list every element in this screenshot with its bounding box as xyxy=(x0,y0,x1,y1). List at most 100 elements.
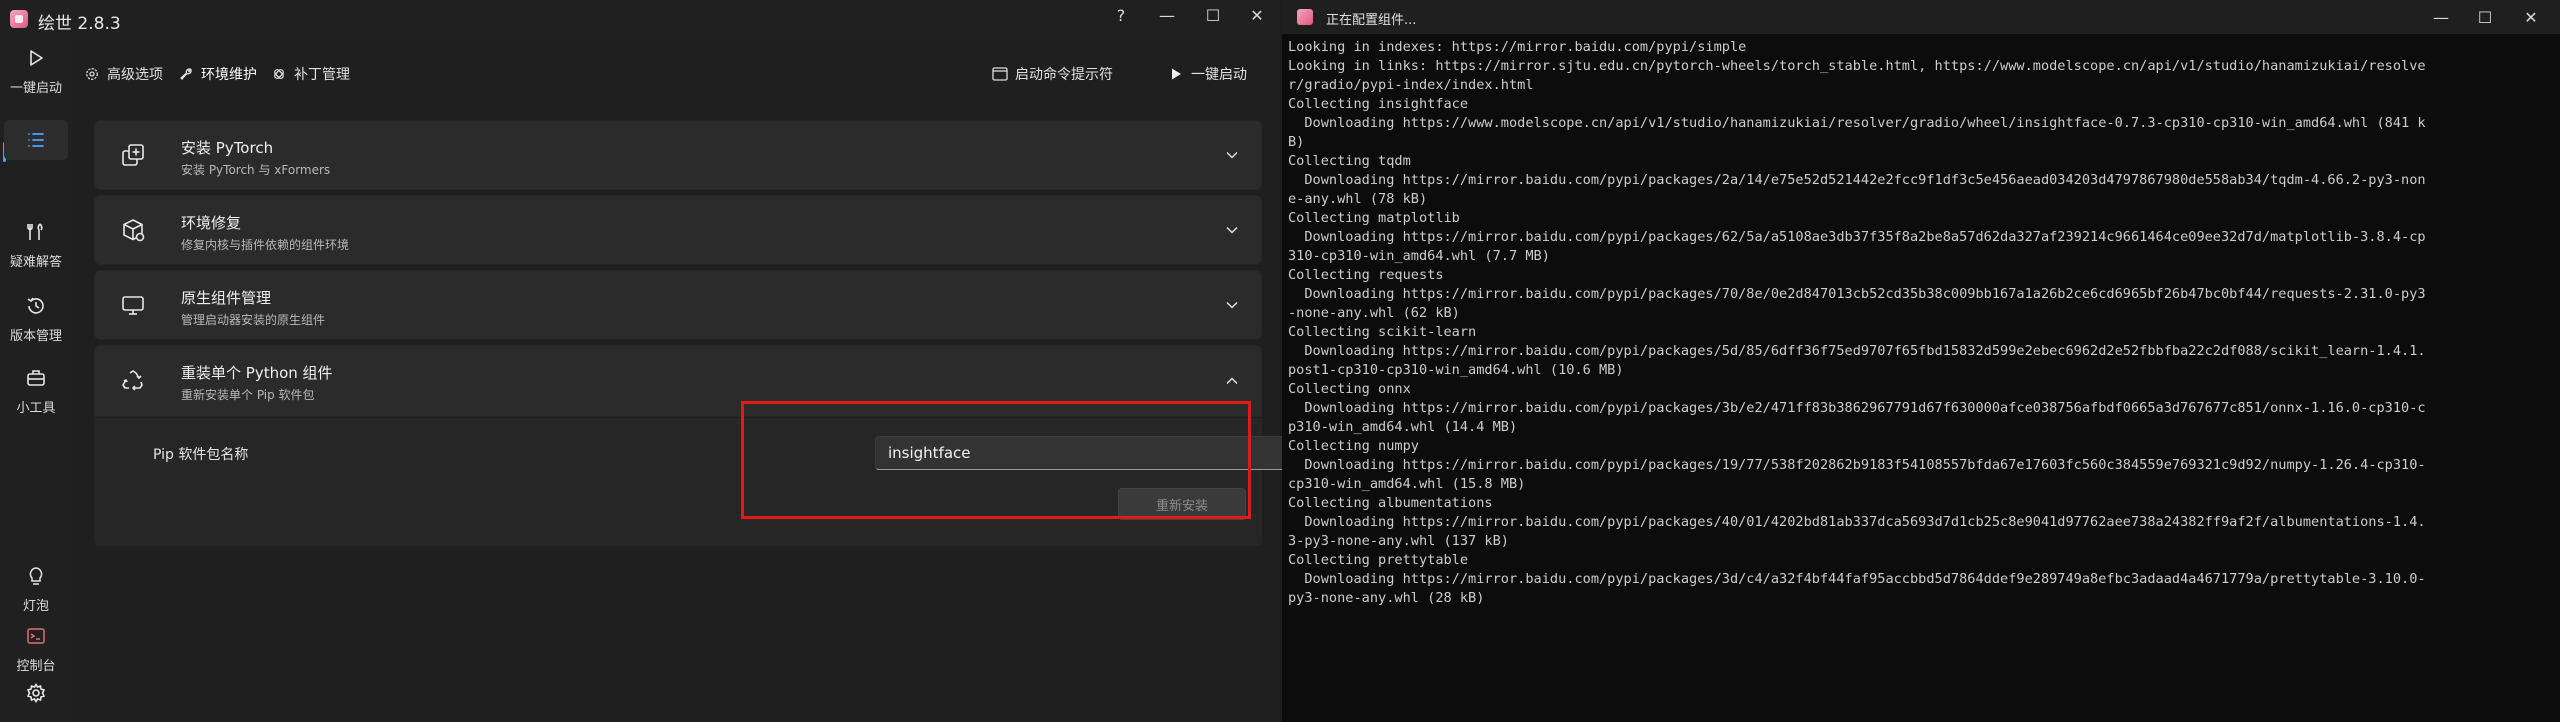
list-icon xyxy=(24,128,48,152)
chevron-up-icon[interactable] xyxy=(1225,374,1239,388)
sidebar-item-label: 版本管理 xyxy=(9,329,62,344)
console-minimize-button[interactable]: — xyxy=(2418,2,2464,32)
app-window: 绘世 2.8.3 ? — ☐ ✕ 一键启动 疑难解答 版本管理 小工具 灯泡 控… xyxy=(0,0,1295,722)
card-title: 环境修复 xyxy=(181,214,242,232)
button-label: 启动命令提示符 xyxy=(1015,67,1113,83)
quick-launch-button[interactable]: 一键启动 xyxy=(1168,62,1247,86)
console-line: Downloading https://mirror.baidu.com/pyp… xyxy=(1288,343,2426,359)
chevron-down-icon[interactable] xyxy=(1225,298,1239,312)
sidebar: 一键启动 疑难解答 版本管理 小工具 灯泡 控制台 xyxy=(0,38,72,722)
button-label: 一键启动 xyxy=(1191,67,1247,83)
console-line: Collecting onnx xyxy=(1288,381,1411,397)
console-line: Collecting matplotlib xyxy=(1288,210,1460,226)
monitor-icon xyxy=(119,291,147,319)
console-line: Looking in indexes: https://mirror.baidu… xyxy=(1288,39,1747,55)
sidebar-item-quick-launch[interactable]: 一键启动 xyxy=(0,40,72,102)
console-line: Collecting tqdm xyxy=(1288,153,1411,169)
console-output: Looking in indexes: https://mirror.baidu… xyxy=(1288,38,2550,722)
tab-advanced-options[interactable]: 高级选项 xyxy=(84,62,163,86)
console-line: Collecting prettytable xyxy=(1288,552,1469,568)
sidebar-item-settings[interactable] xyxy=(0,668,72,718)
wrench-icon xyxy=(178,66,194,82)
maximize-button[interactable]: ☐ xyxy=(1190,0,1236,30)
console-line: Downloading https://mirror.baidu.com/pyp… xyxy=(1288,400,2426,416)
console-maximize-button[interactable]: ☐ xyxy=(2462,2,2508,32)
console-line: Downloading https://mirror.baidu.com/pyp… xyxy=(1288,514,2426,530)
console-line: Collecting insightface xyxy=(1288,96,1469,112)
help-button[interactable]: ? xyxy=(1098,0,1144,30)
console-line: Collecting scikit-learn xyxy=(1288,324,1477,340)
gear-small-icon xyxy=(84,66,100,82)
console-titlebar: 正在配置组件... — ☐ ✕ xyxy=(1282,0,2560,34)
console-line: post1-cp310-cp310-win_amd64.whl (10.6 MB… xyxy=(1288,362,1624,378)
terminal-icon xyxy=(992,66,1008,82)
recycle-icon xyxy=(119,367,147,395)
tab-bar: 高级选项 环境维护 补丁管理 启动命令提示符 一键启动 xyxy=(72,38,1280,110)
console-line: Downloading https://mirror.baidu.com/pyp… xyxy=(1288,172,2426,188)
console-line: p310-win_amd64.whl (14.4 MB) xyxy=(1288,419,1518,435)
chevron-down-icon[interactable] xyxy=(1225,223,1239,237)
toolbox-icon xyxy=(24,366,48,390)
sidebar-item-environment[interactable] xyxy=(4,120,68,160)
sidebar-item-versions[interactable]: 版本管理 xyxy=(0,288,72,350)
history-icon xyxy=(24,294,48,318)
app-logo xyxy=(10,10,28,28)
close-button[interactable]: ✕ xyxy=(1234,0,1280,30)
console-line: Downloading https://mirror.baidu.com/pyp… xyxy=(1288,571,2426,587)
gear-icon xyxy=(24,681,48,705)
card-title: 原生组件管理 xyxy=(181,289,272,307)
tab-label: 环境维护 xyxy=(201,67,257,83)
chevron-down-icon[interactable] xyxy=(1225,148,1239,162)
card-environment-repair[interactable]: 环境修复 修复内核与插件依赖的组件环境 xyxy=(94,195,1262,265)
console-line: py3-none-any.whl (28 kB) xyxy=(1288,590,1485,606)
console-line: 310-cp310-win_amd64.whl (7.7 MB) xyxy=(1288,248,1550,264)
box-repair-icon xyxy=(119,216,147,244)
card-subtitle: 重新安装单个 Pip 软件包 xyxy=(181,388,315,402)
card-subtitle: 修复内核与插件依赖的组件环境 xyxy=(181,238,350,252)
sidebar-item-tools[interactable]: 小工具 xyxy=(0,360,72,422)
card-subtitle: 安装 PyTorch 与 xFormers xyxy=(181,163,331,177)
play-icon xyxy=(24,46,48,70)
card-title: 重装单个 Python 组件 xyxy=(181,364,333,382)
console-line: Looking in links: https://mirror.sjtu.ed… xyxy=(1288,58,2426,74)
sidebar-item-troubleshooting[interactable]: 疑难解答 xyxy=(0,214,72,276)
patch-icon xyxy=(271,66,287,82)
console-title: 正在配置组件... xyxy=(1326,13,1417,28)
console-scrollbar[interactable] xyxy=(2554,40,2558,720)
console-line: Collecting albumentations xyxy=(1288,495,1493,511)
console-line: B) xyxy=(1288,134,1305,150)
console-line: Downloading https://mirror.baidu.com/pyp… xyxy=(1288,286,2426,302)
console-logo xyxy=(1297,9,1313,25)
main-content: 高级选项 环境维护 补丁管理 启动命令提示符 一键启动 安装 PyTorch 安… xyxy=(72,38,1295,722)
console-line: Downloading https://www.modelscope.cn/ap… xyxy=(1288,115,2426,131)
console-line: r/gradio/pypi-index/index.html xyxy=(1288,77,1534,93)
console-line: Downloading https://mirror.baidu.com/pyp… xyxy=(1288,457,2426,473)
tab-patch-management[interactable]: 补丁管理 xyxy=(271,62,350,86)
sidebar-item-lightbulb[interactable]: 灯泡 xyxy=(0,558,72,620)
tab-environment[interactable]: 环境维护 xyxy=(178,62,257,86)
card-subtitle: 管理启动器安装的原生组件 xyxy=(181,313,326,327)
console-line: 3-py3-none-any.whl (137 kB) xyxy=(1288,533,1509,549)
play-icon xyxy=(1168,66,1184,82)
sidebar-item-label: 疑难解答 xyxy=(9,255,62,270)
console-line: -none-any.whl (62 kB) xyxy=(1288,305,1460,321)
lightbulb-icon xyxy=(24,564,48,588)
console-line: cp310-win_amd64.whl (15.8 MB) xyxy=(1288,476,1526,492)
console-line: Downloading https://mirror.baidu.com/pyp… xyxy=(1288,229,2426,245)
app-titlebar: 绘世 2.8.3 ? — ☐ ✕ xyxy=(0,0,1280,38)
minimize-button[interactable]: — xyxy=(1144,0,1190,30)
app-title: 绘世 2.8.3 xyxy=(38,14,121,34)
pip-package-label: Pip 软件包名称 xyxy=(153,447,249,463)
console-icon xyxy=(24,624,48,648)
tab-label: 补丁管理 xyxy=(294,67,350,83)
card-install-pytorch[interactable]: 安装 PyTorch 安装 PyTorch 与 xFormers xyxy=(94,120,1262,190)
console-line: e-any.whl (78 kB) xyxy=(1288,191,1428,207)
tools-icon xyxy=(24,220,48,244)
open-terminal-button[interactable]: 启动命令提示符 xyxy=(992,62,1113,86)
sidebar-item-label: 灯泡 xyxy=(22,599,49,614)
card-native-components[interactable]: 原生组件管理 管理启动器安装的原生组件 xyxy=(94,270,1262,340)
sidebar-item-label: 一键启动 xyxy=(9,81,62,96)
package-add-icon xyxy=(119,141,147,169)
console-close-button[interactable]: ✕ xyxy=(2508,2,2554,32)
sidebar-item-label: 小工具 xyxy=(16,401,56,416)
